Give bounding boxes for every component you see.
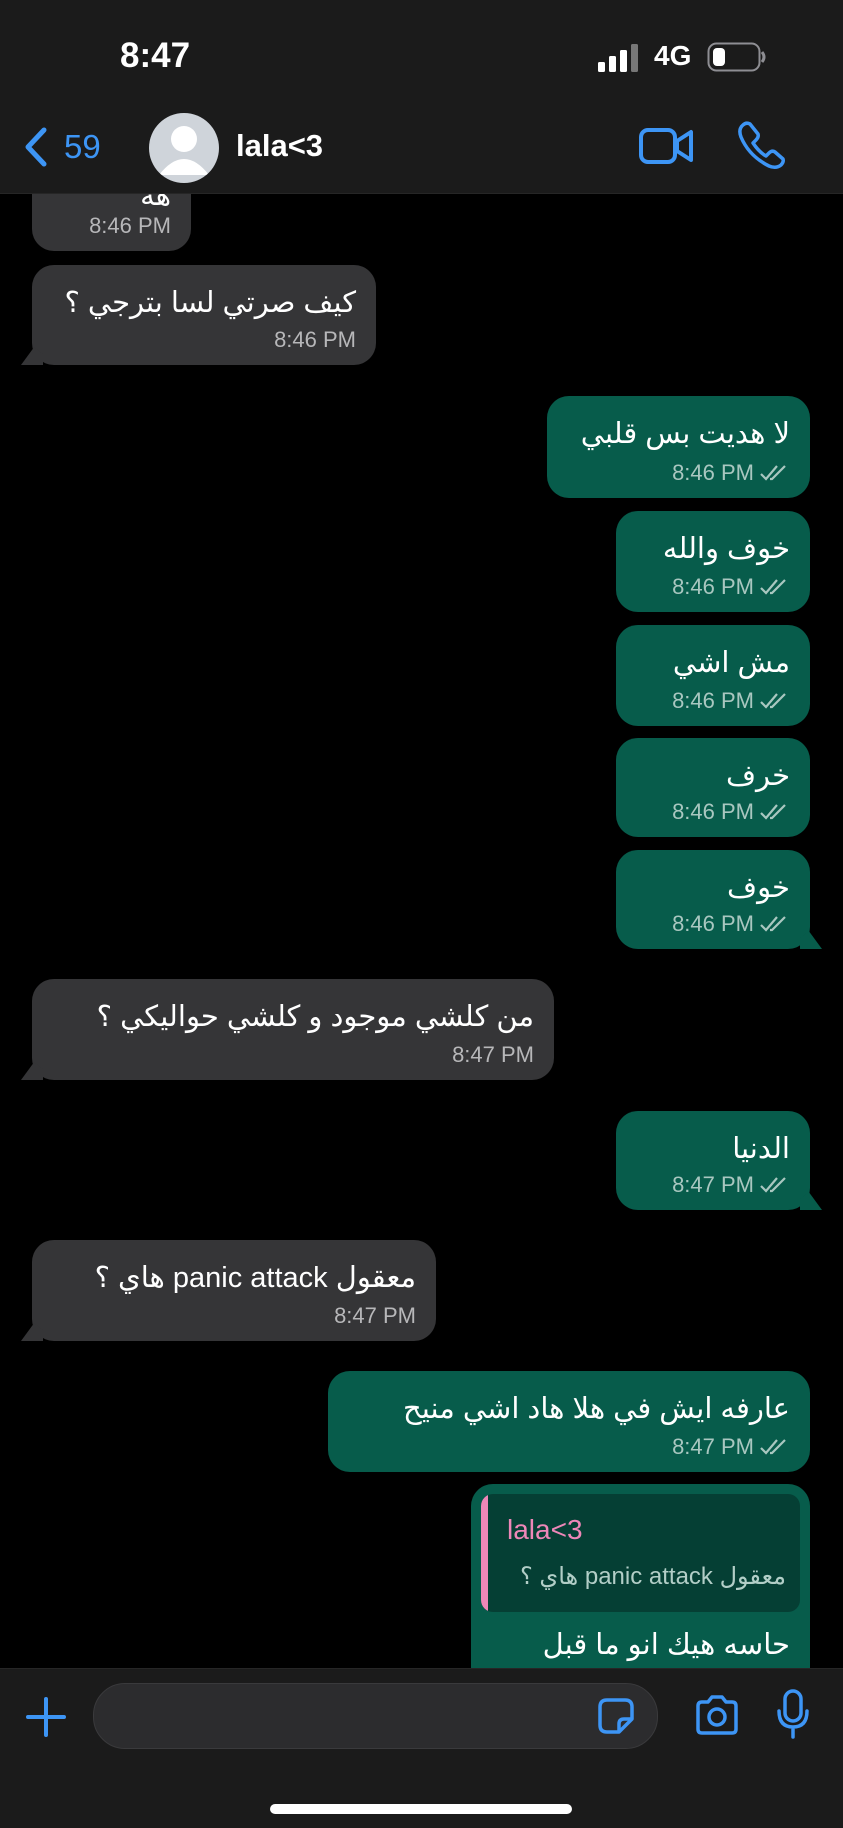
message-text: خوف — [727, 872, 790, 904]
quote-accent-bar — [481, 1494, 488, 1612]
bubble-tail — [800, 931, 822, 949]
message-bubble[interactable]: خرف 8:46 PM — [616, 738, 810, 837]
signal-icon — [598, 44, 638, 72]
home-indicator — [270, 1804, 572, 1814]
bubble-tail — [21, 1062, 43, 1080]
back-button[interactable]: 59 — [22, 122, 142, 172]
read-receipt-icon — [760, 579, 786, 595]
message-meta: 8:46 PM — [672, 460, 790, 486]
message-text: من كلشي موجود و كلشي حواليكي ؟ — [96, 1001, 534, 1033]
message-bubble[interactable]: كيف صرتي لسا بترجي ؟ 8:46 PM — [21, 265, 376, 365]
compose-bar — [0, 1668, 843, 1828]
quote-text: معقول panic attack هاي ؟ — [520, 1563, 786, 1590]
message-text: خوف والله — [662, 533, 790, 565]
bubble-tail — [21, 1323, 43, 1341]
message-text: هه — [140, 194, 171, 212]
message-time: 8:47 PM — [452, 1042, 534, 1067]
quote-author: lala<3 — [507, 1514, 583, 1545]
read-receipt-icon — [760, 916, 786, 932]
network-type: 4G — [654, 40, 692, 71]
sticker-icon[interactable] — [597, 1697, 635, 1735]
message-meta: 8:47 PM — [452, 1042, 534, 1068]
status-bar: 8:47 4G — [0, 0, 843, 115]
message-text: خرف — [726, 760, 790, 792]
message-text: عارفه ايش في هلا هاد اشي منيح — [403, 1393, 790, 1425]
message-meta: 8:46 PM — [274, 327, 356, 353]
chevron-left-icon — [25, 127, 47, 167]
read-receipt-icon — [760, 465, 786, 481]
message-time: 8:46 PM — [672, 799, 754, 824]
message-time: 8:46 PM — [89, 213, 171, 238]
message-text: الدنيا — [732, 1133, 790, 1165]
video-call-icon[interactable] — [638, 125, 694, 167]
message-text: كيف صرتي لسا بترجي ؟ — [64, 287, 356, 319]
message-list[interactable]: هه 8:46 PM كيف صرتي لسا بترجي ؟ 8:46 PM … — [0, 194, 843, 1668]
message-time: 8:46 PM — [672, 911, 754, 936]
message-bubble[interactable]: لا هديت بس قلبي 8:46 PM — [547, 396, 810, 498]
unread-count: 59 — [64, 128, 101, 165]
bubble-tail — [21, 347, 43, 365]
message-meta: 8:47 PM — [334, 1303, 416, 1329]
message-bubble[interactable]: مش اشي 8:46 PM — [616, 625, 810, 726]
message-meta: 8:46 PM — [672, 799, 790, 825]
message-bubble[interactable]: هه 8:46 PM — [32, 194, 191, 251]
bubble-tail — [800, 1192, 822, 1210]
message-bubble[interactable]: خوف 8:46 PM — [616, 850, 822, 949]
read-receipt-icon — [760, 693, 786, 709]
message-time: 8:46 PM — [672, 460, 754, 485]
battery-icon — [707, 42, 766, 72]
read-receipt-icon — [760, 804, 786, 820]
chat-header: 59 lala<3 — [0, 100, 843, 194]
message-meta: 8:47 PM — [672, 1172, 790, 1198]
message-time: 8:46 PM — [672, 574, 754, 599]
message-time: 8:46 PM — [274, 327, 356, 352]
message-bubble[interactable]: الدنيا 8:47 PM — [616, 1111, 822, 1210]
message-time: 8:46 PM — [672, 688, 754, 713]
read-receipt-icon — [760, 1439, 786, 1455]
message-text: حاسه هيك انو ما قبل — [542, 1629, 790, 1661]
read-receipt-icon — [760, 1177, 786, 1193]
message-bubble[interactable]: معقول panic attack هاي ؟ 8:47 PM — [21, 1240, 436, 1341]
message-meta: 8:46 PM — [672, 911, 790, 937]
message-text: لا هديت بس قلبي — [580, 418, 790, 450]
message-bubble[interactable]: من كلشي موجود و كلشي حواليكي ؟ 8:47 PM — [21, 979, 554, 1080]
message-time: 8:47 PM — [334, 1303, 416, 1328]
message-time: 8:47 PM — [672, 1434, 754, 1459]
message-bubble[interactable]: خوف والله 8:46 PM — [616, 511, 810, 612]
status-time: 8:47 — [120, 36, 191, 75]
reply-message-bubble[interactable]: lala<3 معقول panic attack هاي ؟ حاسه هيك… — [471, 1484, 810, 1668]
contact-avatar[interactable] — [149, 113, 219, 183]
phone-call-icon[interactable] — [737, 120, 787, 170]
camera-icon[interactable] — [694, 1693, 740, 1737]
message-meta: 8:46 PM — [89, 213, 171, 239]
message-text: معقول panic attack هاي ؟ — [94, 1262, 416, 1294]
message-time: 8:47 PM — [672, 1172, 754, 1197]
quoted-message[interactable]: lala<3 معقول panic attack هاي ؟ — [481, 1494, 800, 1612]
plus-icon[interactable] — [24, 1695, 68, 1739]
message-text: مش اشي — [672, 647, 790, 679]
message-meta: 8:46 PM — [672, 688, 790, 714]
person-icon — [159, 126, 209, 175]
message-input[interactable] — [93, 1683, 658, 1749]
message-meta: 8:46 PM — [672, 574, 790, 600]
microphone-icon[interactable] — [776, 1689, 810, 1739]
contact-name[interactable]: lala<3 — [236, 128, 323, 164]
message-meta: 8:47 PM — [672, 1434, 790, 1460]
message-bubble[interactable]: عارفه ايش في هلا هاد اشي منيح 8:47 PM — [328, 1371, 810, 1472]
